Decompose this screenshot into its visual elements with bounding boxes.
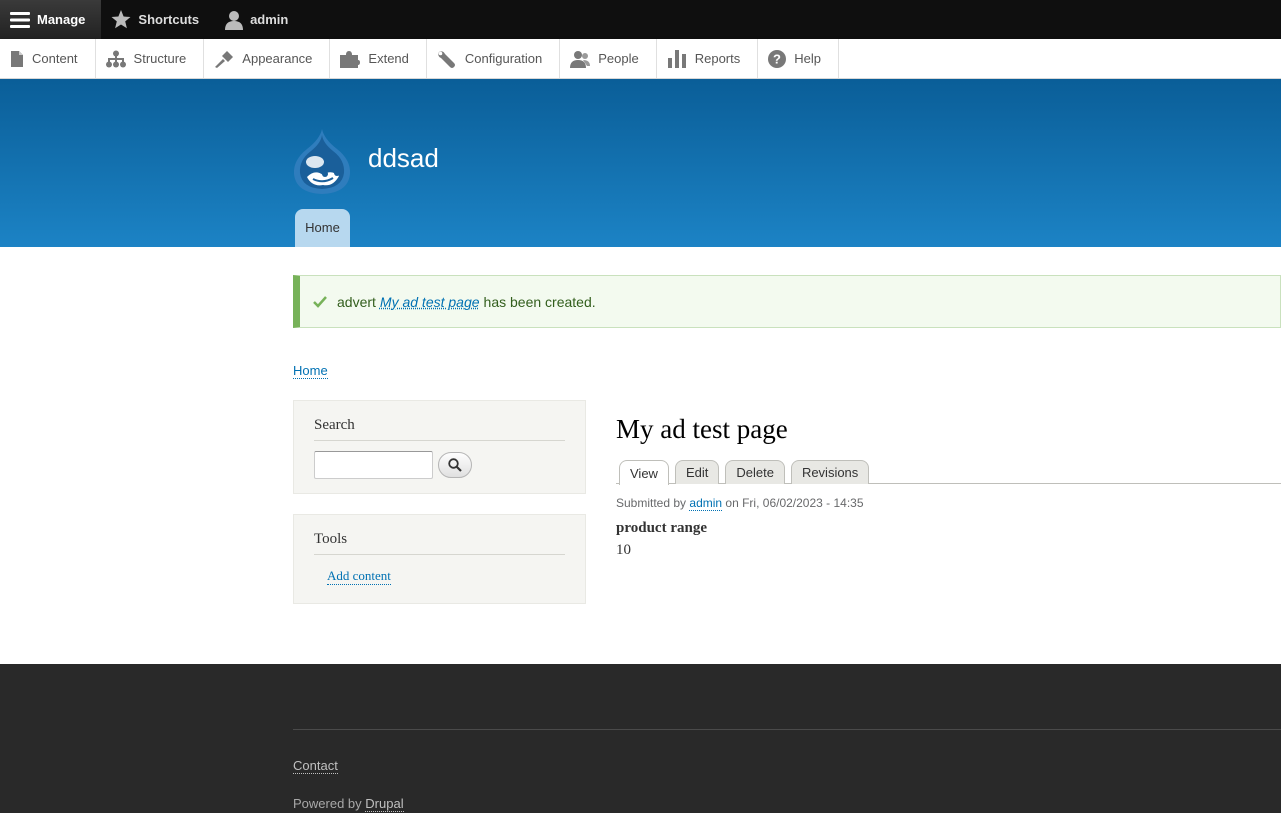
search-icon bbox=[448, 458, 462, 472]
user-tab[interactable]: admin bbox=[215, 0, 304, 39]
status-node-link[interactable]: My ad test page bbox=[380, 294, 480, 310]
local-tasks-tabs: View Edit Delete Revisions bbox=[616, 460, 1281, 485]
submitted-info: Submitted by admin on Fri, 06/02/2023 - … bbox=[616, 496, 864, 511]
file-icon bbox=[11, 50, 23, 67]
wrench-icon bbox=[438, 50, 455, 68]
submitted-date: on Fri, 06/02/2023 - 14:35 bbox=[725, 496, 864, 510]
tray-item-label: Content bbox=[32, 51, 78, 66]
hamburger-icon bbox=[10, 11, 30, 28]
tools-block: Tools Add content bbox=[293, 514, 586, 604]
status-suffix: has been created. bbox=[483, 293, 596, 310]
manage-label: Manage bbox=[37, 12, 86, 27]
search-block-title: Search bbox=[314, 417, 565, 441]
tray-item-people[interactable]: People bbox=[560, 39, 657, 78]
tab-view[interactable]: View bbox=[619, 460, 669, 485]
powered-prefix: Powered by bbox=[293, 796, 362, 811]
add-content-link[interactable]: Add content bbox=[327, 568, 391, 585]
footer-divider bbox=[293, 729, 1281, 730]
main-nav-home[interactable]: Home bbox=[295, 209, 350, 247]
page-title: My ad test page bbox=[616, 414, 788, 444]
tray-item-help[interactable]: ? Help bbox=[758, 39, 839, 78]
shortcuts-tab[interactable]: Shortcuts bbox=[101, 0, 215, 39]
tray-item-configuration[interactable]: Configuration bbox=[427, 39, 561, 78]
tab-delete[interactable]: Delete bbox=[725, 460, 785, 484]
puzzle-icon bbox=[340, 50, 361, 68]
drupal-link[interactable]: Drupal bbox=[365, 796, 404, 812]
shortcuts-label: Shortcuts bbox=[138, 12, 200, 27]
tray-item-label: Structure bbox=[133, 51, 187, 66]
tray-item-extend[interactable]: Extend bbox=[330, 39, 427, 78]
tray-item-content[interactable]: Content bbox=[0, 39, 96, 78]
check-icon bbox=[313, 295, 327, 308]
manage-tab[interactable]: Manage bbox=[0, 0, 102, 39]
brush-icon bbox=[215, 50, 234, 68]
author-link[interactable]: admin bbox=[689, 496, 723, 511]
search-input[interactable] bbox=[314, 451, 433, 479]
tray-item-label: Appearance bbox=[242, 51, 313, 66]
help-icon: ? bbox=[768, 49, 787, 68]
field-value: 10 bbox=[616, 542, 631, 558]
site-header: ddsad Home bbox=[0, 79, 1281, 247]
field-label: product range bbox=[616, 520, 707, 536]
tab-edit[interactable]: Edit bbox=[674, 460, 720, 484]
tools-block-title: Tools bbox=[314, 531, 565, 555]
admin-toolbar: Manage Shortcuts admin bbox=[0, 0, 1281, 39]
admin-tray: Content Structure Appearance Extend Conf… bbox=[0, 39, 1281, 79]
breadcrumb: Home bbox=[293, 363, 328, 379]
tray-item-label: Extend bbox=[368, 51, 409, 66]
people-icon bbox=[570, 50, 591, 68]
star-icon bbox=[111, 10, 131, 29]
tray-item-label: Reports bbox=[694, 51, 741, 66]
tray-item-structure[interactable]: Structure bbox=[96, 39, 205, 78]
tray-item-label: People bbox=[598, 51, 639, 66]
status-message: advert My ad test page has been created. bbox=[293, 275, 1281, 328]
status-prefix: advert bbox=[337, 293, 376, 310]
tray-item-reports[interactable]: Reports bbox=[657, 39, 759, 78]
site-footer: Contact Powered by Drupal bbox=[0, 664, 1281, 813]
search-block: Search bbox=[293, 400, 586, 494]
tab-revisions[interactable]: Revisions bbox=[790, 460, 870, 484]
footer-contact-link[interactable]: Contact bbox=[293, 758, 338, 774]
user-label: admin bbox=[250, 12, 289, 27]
submitted-prefix: Submitted by bbox=[616, 496, 687, 510]
tray-item-label: Help bbox=[794, 51, 821, 66]
drupal-logo-icon[interactable] bbox=[293, 129, 351, 195]
tray-item-appearance[interactable]: Appearance bbox=[204, 39, 331, 78]
bar-chart-icon bbox=[667, 49, 686, 68]
powered-by: Powered by Drupal bbox=[293, 796, 404, 812]
svg-text:?: ? bbox=[773, 51, 781, 66]
breadcrumb-home[interactable]: Home bbox=[293, 363, 328, 379]
user-icon bbox=[225, 10, 244, 30]
tray-item-label: Configuration bbox=[464, 51, 543, 66]
site-name[interactable]: ddsad bbox=[368, 143, 439, 174]
search-button[interactable] bbox=[438, 452, 472, 478]
sitemap-icon bbox=[105, 50, 126, 67]
